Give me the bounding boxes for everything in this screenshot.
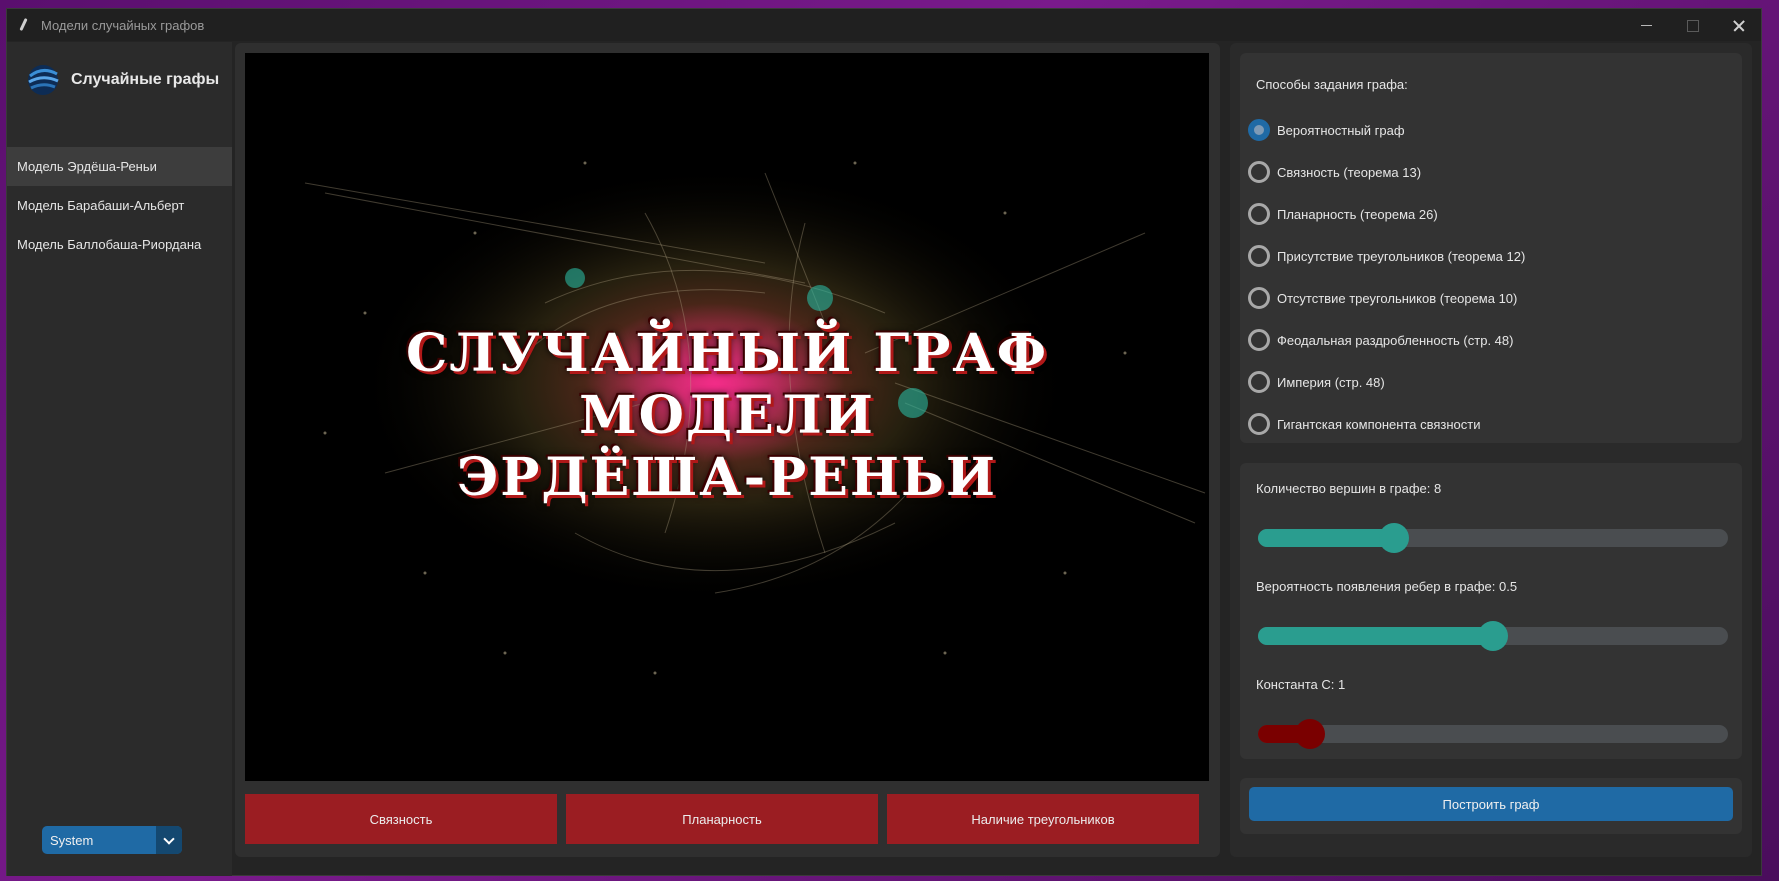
radio-icon[interactable] xyxy=(1248,161,1270,183)
radio-triangles-absent[interactable]: Отсутствие треугольников (теорема 10) xyxy=(1248,287,1517,309)
banner-line: МОДЕЛИ xyxy=(579,385,875,446)
edge-probability-slider[interactable] xyxy=(1258,621,1728,651)
maximize-icon[interactable] xyxy=(1669,9,1715,41)
radio-planarity[interactable]: Планарность (теорема 26) xyxy=(1248,203,1438,225)
triangles-button[interactable]: Наличие треугольников xyxy=(887,794,1199,844)
sidebar-item-label: Модель Эрдёша-Реньи xyxy=(17,159,157,174)
banner-line: ЭРДЁША-РЕНЬИ xyxy=(456,447,998,508)
window-title: Модели случайных графов xyxy=(41,17,205,33)
graph-logo-icon xyxy=(25,62,61,98)
title-bar: Модели случайных графов xyxy=(7,9,1761,41)
methods-title: Способы задания графа: xyxy=(1256,77,1408,92)
radio-label: Присутствие треугольников (теорема 12) xyxy=(1277,248,1526,264)
slider-fill xyxy=(1258,529,1395,547)
logo-text: Случайные графы xyxy=(71,71,220,88)
build-graph-button[interactable]: Построить граф xyxy=(1249,787,1733,821)
radio-icon[interactable] xyxy=(1248,329,1270,351)
radio-label: Отсутствие треугольников (теорема 10) xyxy=(1277,290,1518,306)
radio-triangles-present[interactable]: Присутствие треугольников (теорема 12) xyxy=(1248,245,1525,267)
planarity-button[interactable]: Планарность xyxy=(566,794,878,844)
logo: Случайные графы xyxy=(25,62,219,98)
vertex-count-slider[interactable] xyxy=(1258,523,1728,553)
appearance-mode-select[interactable]: System xyxy=(42,826,182,854)
vertex-count-label: Количество вершин в графе: 8 xyxy=(1256,481,1442,496)
radio-giant-component[interactable]: Гигантская компонента связности xyxy=(1248,413,1481,435)
graph-canvas: СЛУЧАЙНЫЙ ГРАФ МОДЕЛИ ЭРДЁША-РЕНЬИ xyxy=(245,53,1209,781)
radio-label: Вероятностный граф xyxy=(1277,122,1405,138)
minimize-icon[interactable] xyxy=(1623,9,1669,41)
radio-label: Гигантская компонента связности xyxy=(1277,416,1481,432)
radio-probabilistic-graph[interactable]: Вероятностный граф xyxy=(1248,119,1405,141)
connectivity-button[interactable]: Связность xyxy=(245,794,557,844)
parameters-card xyxy=(1240,463,1742,759)
banner-line: СЛУЧАЙНЫЙ ГРАФ xyxy=(405,323,1049,384)
title-banner: СЛУЧАЙНЫЙ ГРАФ МОДЕЛИ ЭРДЁША-РЕНЬИ xyxy=(245,323,1209,509)
close-icon[interactable] xyxy=(1715,9,1761,41)
slider-handle[interactable] xyxy=(1478,621,1508,651)
radio-selected-icon[interactable] xyxy=(1248,119,1270,141)
sidebar-item-bollobas-riordan[interactable]: Модель Баллобаша-Риордана xyxy=(7,225,232,264)
sidebar-nav: Модель Эрдёша-Реньи Модель Барабаши-Альб… xyxy=(7,147,232,264)
slider-handle[interactable] xyxy=(1294,719,1325,749)
constant-c-slider[interactable] xyxy=(1258,719,1728,749)
radio-icon[interactable] xyxy=(1248,245,1270,267)
constant-c-label: Константа C: 1 xyxy=(1256,677,1346,692)
slider-fill xyxy=(1258,627,1493,645)
radio-icon[interactable] xyxy=(1248,413,1270,435)
sidebar-item-erdos-renyi[interactable]: Модель Эрдёша-Реньи xyxy=(7,147,232,186)
edge-probability-label: Вероятность появления ребер в графе: 0.5 xyxy=(1256,579,1518,594)
radio-label: Планарность (теорема 26) xyxy=(1277,206,1438,222)
radio-icon[interactable] xyxy=(1248,203,1270,225)
radio-feudal-fragmentation[interactable]: Феодальная раздробленность (стр. 48) xyxy=(1248,329,1513,351)
sidebar-item-label: Модель Баллобаша-Риордана xyxy=(17,237,202,252)
radio-label: Империя (стр. 48) xyxy=(1277,374,1385,390)
appearance-mode-value: System xyxy=(50,832,94,848)
sidebar-item-barabasi-albert[interactable]: Модель Барабаши-Альберт xyxy=(7,186,232,225)
chevron-down-icon[interactable] xyxy=(156,826,182,854)
radio-connectivity[interactable]: Связность (теорема 13) xyxy=(1248,161,1421,183)
property-buttons: Связность Планарность Наличие треугольни… xyxy=(245,794,1199,844)
radio-icon[interactable] xyxy=(1248,287,1270,309)
sidebar: Случайные графы Модель Эрдёша-Реньи Моде… xyxy=(7,42,232,876)
radio-label: Феодальная раздробленность (стр. 48) xyxy=(1277,332,1514,348)
radio-label: Связность (теорема 13) xyxy=(1277,164,1422,180)
feather-icon xyxy=(17,18,31,32)
sidebar-item-label: Модель Барабаши-Альберт xyxy=(17,198,185,213)
radio-icon[interactable] xyxy=(1248,371,1270,393)
radio-empire[interactable]: Империя (стр. 48) xyxy=(1248,371,1385,393)
